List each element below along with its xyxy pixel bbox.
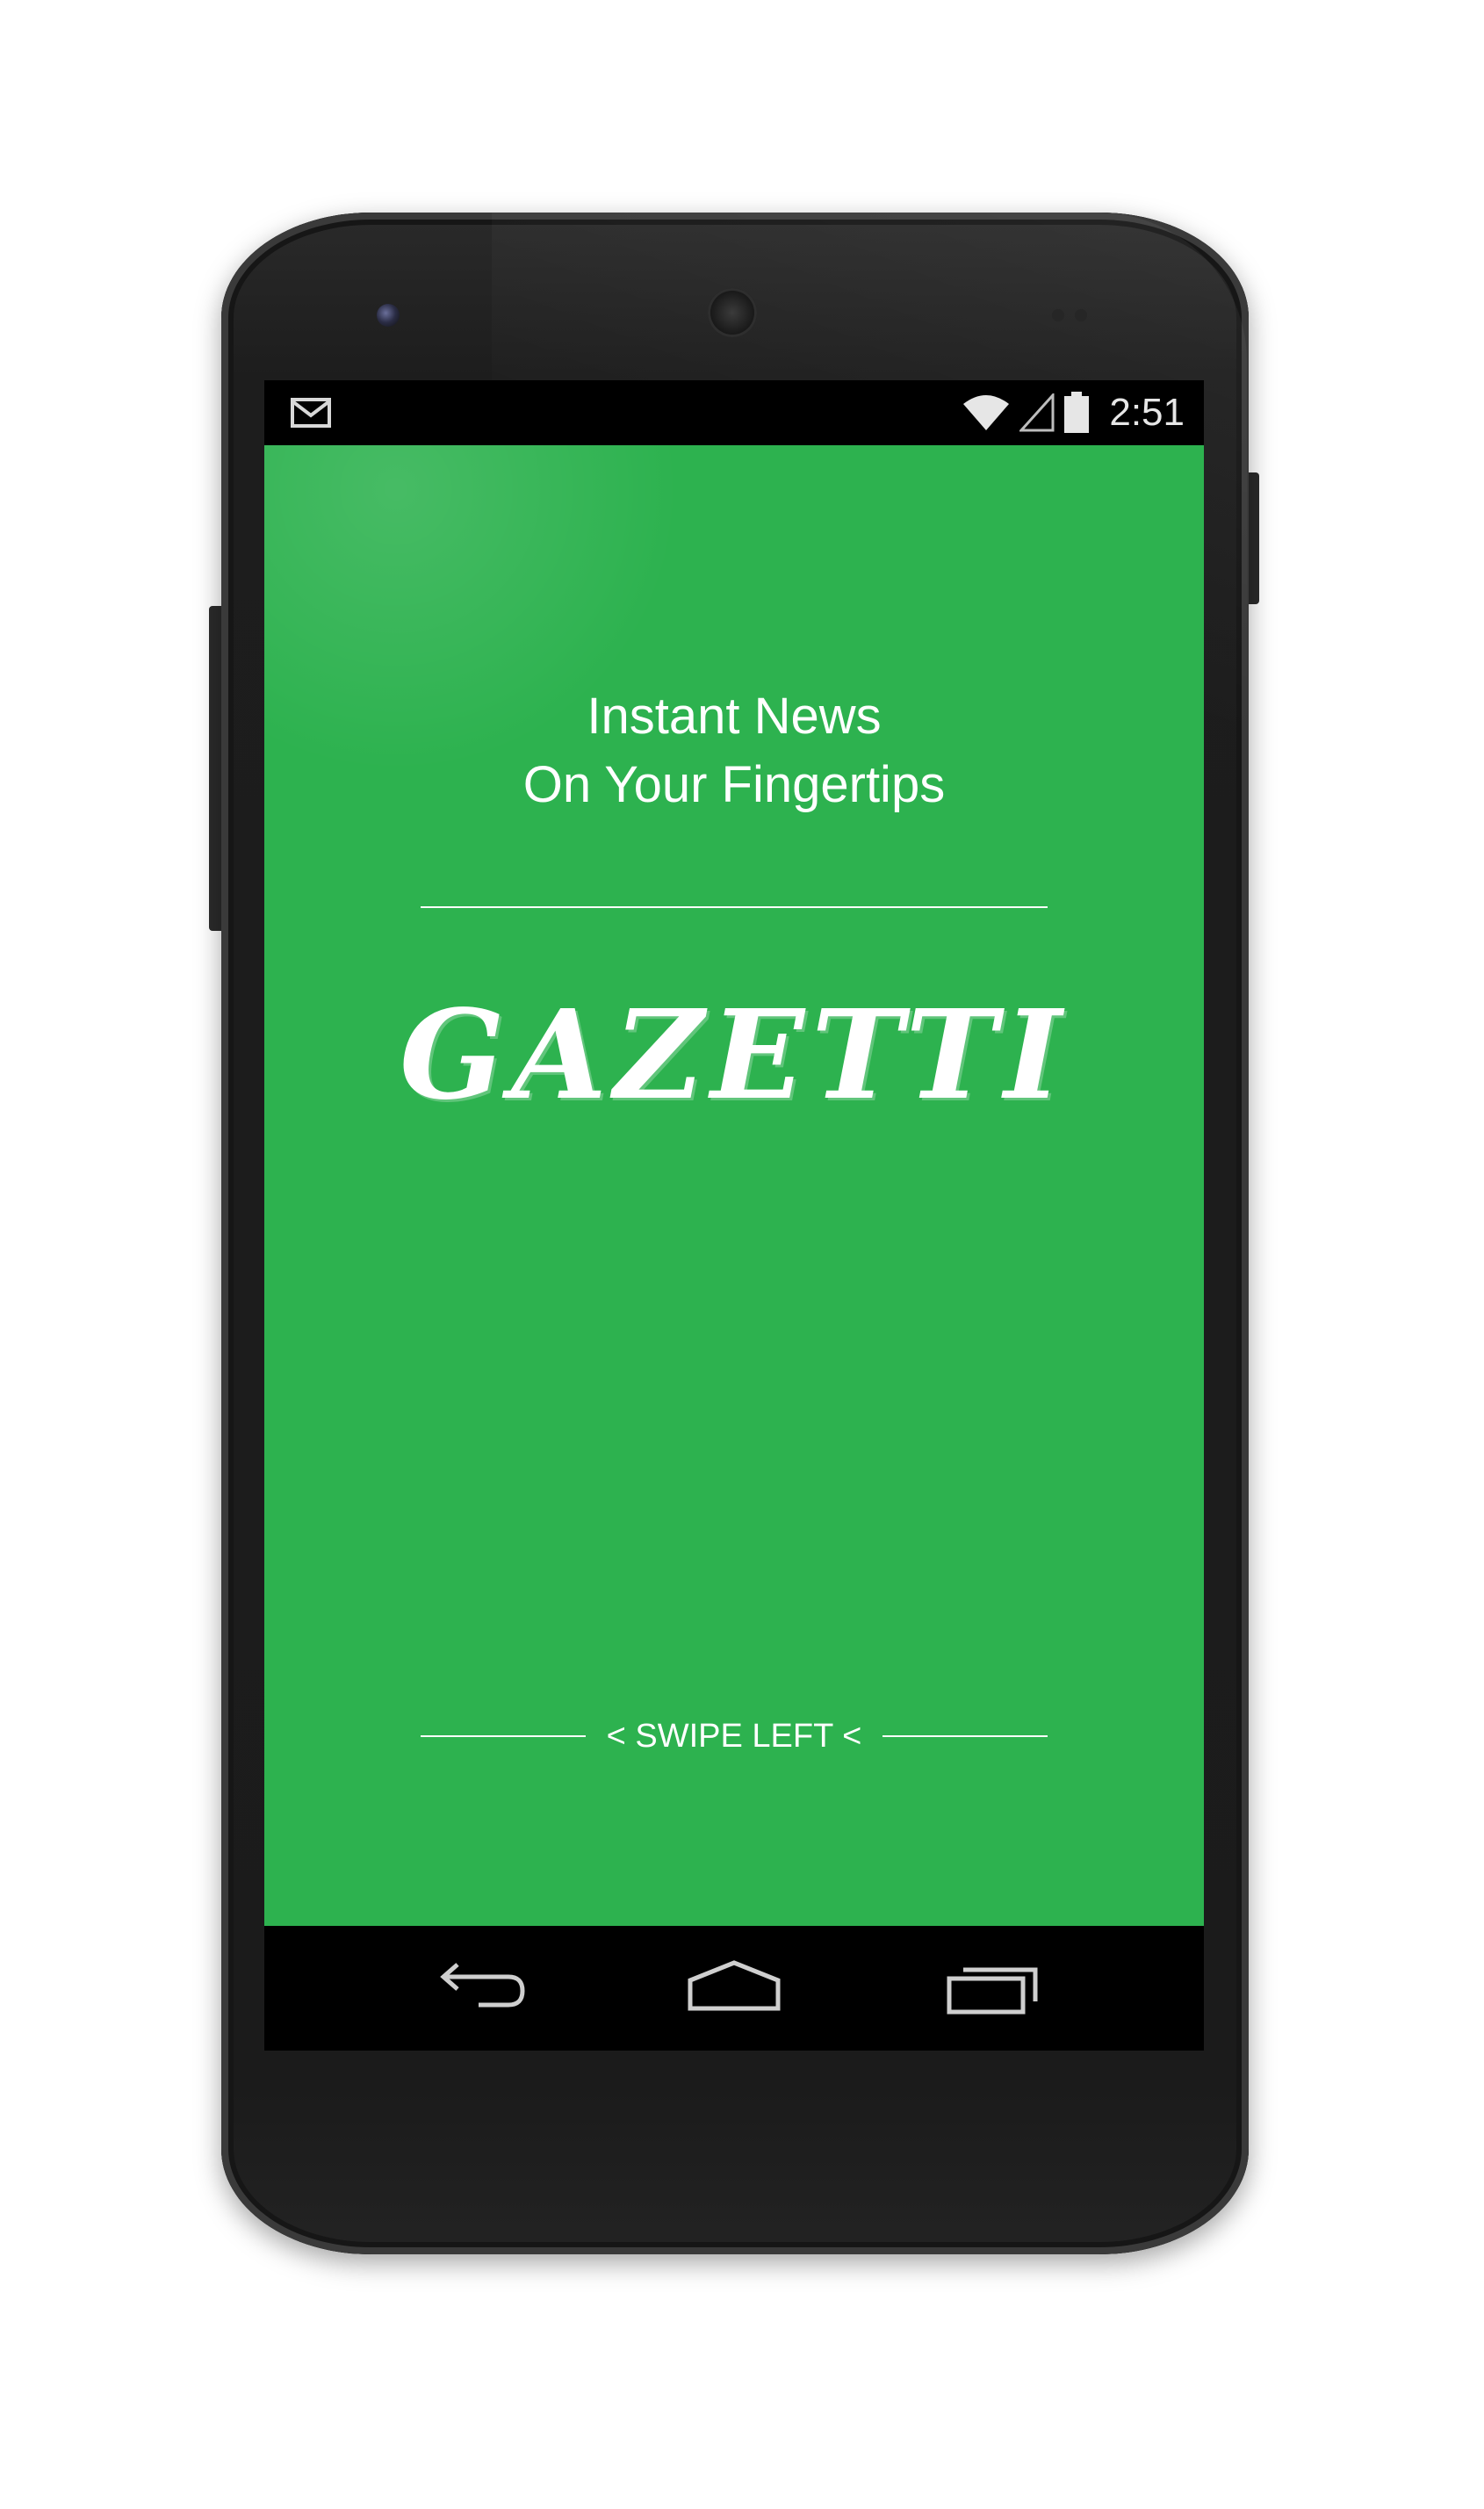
status-time: 2:51 <box>1109 391 1185 434</box>
brand-logo: GAZETTI <box>400 984 1069 1128</box>
divider-left <box>421 1735 586 1737</box>
tagline: Instant News On Your Fingertips <box>264 682 1204 819</box>
back-icon[interactable] <box>428 1957 533 2019</box>
home-icon[interactable] <box>681 1957 787 2019</box>
tagline-line-2: On Your Fingertips <box>522 756 946 813</box>
status-bar: 2:51 <box>264 380 1204 445</box>
proximity-sensor <box>1052 309 1064 321</box>
divider <box>421 906 1048 908</box>
navigation-bar <box>264 1926 1204 2051</box>
light-sensor <box>1075 309 1087 321</box>
phone-screen: 2:51 Instant News On Your Fingertips GAZ… <box>264 380 1204 2051</box>
divider-right <box>882 1735 1048 1737</box>
battery-icon <box>1064 392 1090 433</box>
cell-signal-icon <box>1019 393 1055 432</box>
device-mockup: 2:51 Instant News On Your Fingertips GAZ… <box>0 0 1484 2509</box>
splash-screen[interactable]: Instant News On Your Fingertips GAZETTI … <box>264 445 1204 1926</box>
gmail-icon <box>291 398 331 428</box>
wifi-icon <box>963 395 1010 430</box>
power-button <box>1247 472 1259 604</box>
earpiece-speaker <box>708 288 757 337</box>
tagline-line-1: Instant News <box>587 688 882 745</box>
front-camera <box>377 304 400 327</box>
swipe-hint-label: < SWIPE LEFT < <box>606 1717 862 1755</box>
swipe-hint: < SWIPE LEFT < <box>421 1714 1048 1758</box>
recents-icon[interactable] <box>944 1957 1049 2019</box>
